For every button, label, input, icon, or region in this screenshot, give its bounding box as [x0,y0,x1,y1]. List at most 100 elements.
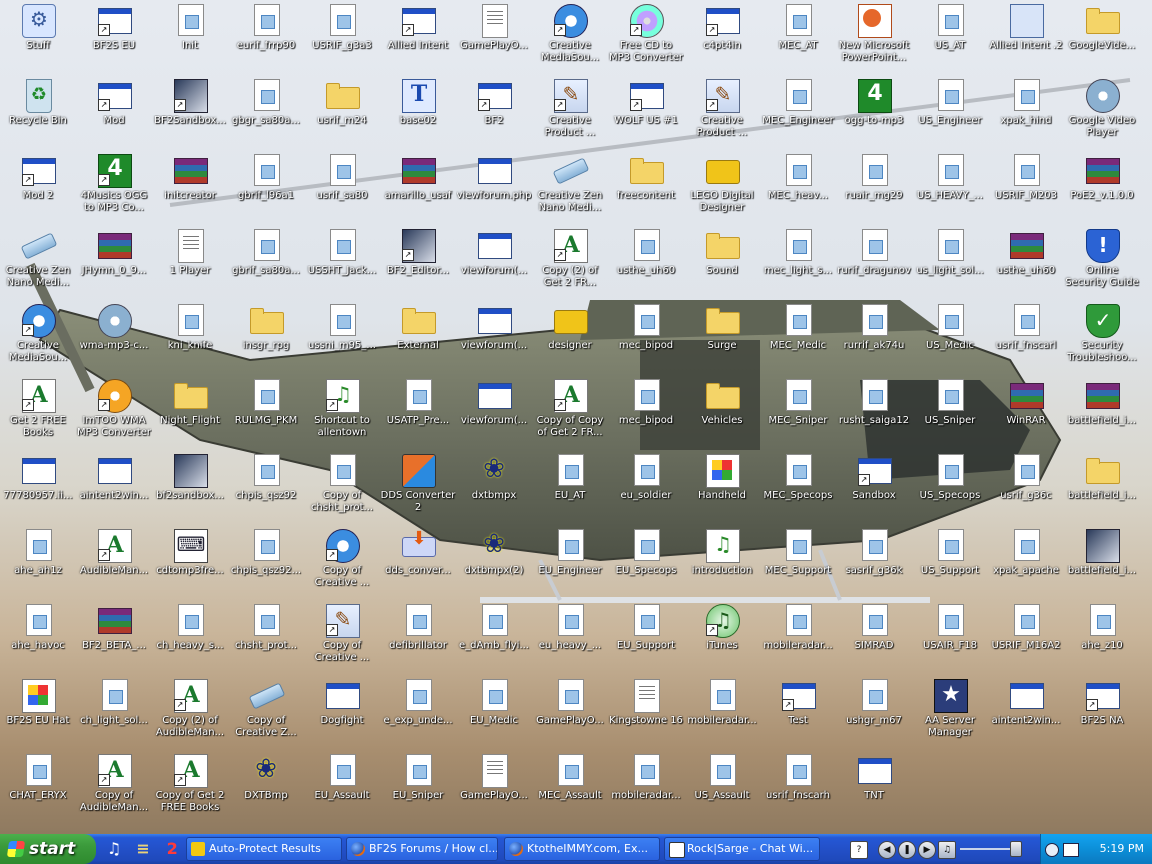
desktop-icon[interactable]: ↗ c4pt4in [684,2,760,77]
desktop-icon[interactable]: USRIF_g3a3 [304,2,380,77]
desktop-icon[interactable]: BF2S EU Hat [0,677,76,752]
volume-slider-thumb[interactable] [1010,841,1022,857]
desktop-icon[interactable]: ↗ Mod [76,77,152,152]
desktop-icon[interactable]: EU_Engineer [532,527,608,602]
desktop-icon[interactable]: USAIR_F18 [912,602,988,677]
desktop-icon[interactable]: ↗ Copy of Copy of Get 2 FR... [532,377,608,452]
desktop-icon[interactable]: kni_knife [152,302,228,377]
desktop-icon[interactable]: ↗ BF2Sandbox... [152,77,228,152]
desktop-icon[interactable]: usrif_fnscarl [988,302,1064,377]
desktop-icon[interactable]: ch_light_sol... [76,677,152,752]
desktop-icon[interactable]: us_light_sol... [912,227,988,302]
desktop-icon[interactable]: viewforum(... [456,302,532,377]
desktop-icon[interactable]: USATP_Pre... [380,377,456,452]
desktop-icon[interactable]: ↗ Copy of Creative ... [304,527,380,602]
desktop-icon[interactable]: LEGO Digital Designer [684,152,760,227]
desktop-icon[interactable]: ↗ Mod 2 [0,152,76,227]
desktop-icon[interactable]: e_dAmb_flyi... [456,602,532,677]
desktop-icon[interactable]: dxtbmpx [456,452,532,527]
desktop-icon[interactable]: ↗ Copy (2) of Get 2 FR... [532,227,608,302]
desktop-icon[interactable]: gbrif_l96a1 [228,152,304,227]
desktop-icon[interactable]: wma-mp3-c... [76,302,152,377]
desktop-icon[interactable]: EU_Sniper [380,752,456,827]
desktop-icon[interactable]: gbrif_sa80a... [228,227,304,302]
desktop-icon[interactable]: mec_bipod [608,302,684,377]
desktop-icon[interactable]: mec_light_s... [760,227,836,302]
desktop-icon[interactable]: Allied Intent .2 [988,2,1064,77]
desktop-icon[interactable]: Night_Flight [152,377,228,452]
desktop-icon[interactable]: insgr_rpg [228,302,304,377]
desktop-icon[interactable]: usthe_uh60 [988,227,1064,302]
desktop-icon[interactable]: US_Medic [912,302,988,377]
desktop-icon[interactable]: ↗ Shortcut to allentown [304,377,380,452]
desktop-icon[interactable]: ahe_ah1z [0,527,76,602]
desktop-icon[interactable]: ushgr_m67 [836,677,912,752]
desktop-icon[interactable]: US_Assault [684,752,760,827]
desktop-icon[interactable]: ↗ Allied Intent [380,2,456,77]
desktop-icon[interactable]: dds_conver... [380,527,456,602]
desktop-icon[interactable]: ↗ Copy (2) of AudibleMan... [152,677,228,752]
desktop-icon[interactable]: rusht_saiga12 [836,377,912,452]
desktop-icon[interactable]: MEC_Assault [532,752,608,827]
desktop-icon[interactable]: ch_heavy_s... [152,602,228,677]
desktop-icon[interactable]: base02 [380,77,456,152]
desktop-icon[interactable]: MEC_Medic [760,302,836,377]
desktop-icon[interactable]: ↗ Copy of Get 2 FREE Books [152,752,228,827]
desktop-icon[interactable]: MEC_Engineer [760,77,836,152]
desktop-icon[interactable]: US_Support [912,527,988,602]
task-auto-protect-results[interactable]: Auto-Protect Results [186,837,342,861]
desktop-icon[interactable]: ↗ Creative Product ... [684,77,760,152]
desktop-icon[interactable]: aintent2win... [988,677,1064,752]
desktop-icon[interactable]: mobileradar... [760,602,836,677]
desktop-icon[interactable]: ahe_havoc [0,602,76,677]
desktop-icon[interactable]: Security Troubleshoo... [1064,302,1140,377]
desktop-icon[interactable]: DXTBmp [228,752,304,827]
desktop-icon[interactable]: RULMG_PKM [228,377,304,452]
tray-network-icon[interactable] [1063,843,1079,857]
desktop-icon[interactable]: ↗ Sandbox [836,452,912,527]
desktop-icon[interactable]: battlefield_i... [1064,527,1140,602]
desktop-icon[interactable]: ↗ ImTOO WMA MP3 Converter [76,377,152,452]
desktop-icon[interactable]: Init [152,2,228,77]
desktop-icon[interactable]: ↗ Get 2 FREE Books [0,377,76,452]
winrar-icon[interactable]: ≡ [133,838,153,860]
desktop-icon[interactable]: dxtbmpx(2) [456,527,532,602]
desktop-icon[interactable]: ↗ Creative Product ... [532,77,608,152]
desktop-icon[interactable]: 1 Player [152,227,228,302]
desktop-icon[interactable]: eurif_frrp90 [228,2,304,77]
desktop-icon[interactable]: freecontent [608,152,684,227]
desktop-icon[interactable]: EU_AT [532,452,608,527]
desktop-icon[interactable]: EU_Medic [456,677,532,752]
desktop-icon[interactable]: Recycle Bin [0,77,76,152]
tray-chevron-icon[interactable] [1045,843,1059,857]
desktop-icon[interactable]: TNT [836,752,912,827]
desktop-icon[interactable]: aintent2win... [76,452,152,527]
desktop-icon[interactable]: Google Video Player [1064,77,1140,152]
help-icon[interactable]: ? [850,841,868,859]
desktop-icon[interactable]: mobileradar... [684,677,760,752]
desktop-icon[interactable]: mec_bipod [608,377,684,452]
desktop-icon[interactable]: Creative Zen Nano Medi... [532,152,608,227]
desktop-icon[interactable]: US_Sniper [912,377,988,452]
desktop-icon[interactable]: ↗ Copy of Creative ... [304,602,380,677]
desktop-icon[interactable]: viewforum(... [456,227,532,302]
desktop-icon[interactable]: USSHT_Jack... [304,227,380,302]
desktop-icon[interactable]: Sound [684,227,760,302]
next-icon[interactable]: ▶ [918,841,936,859]
desktop-icon[interactable]: defibrillator [380,602,456,677]
desktop-icon[interactable]: EU_Support [608,602,684,677]
desktop-icon[interactable]: Copy of chsht_prot... [304,452,380,527]
desktop-icon[interactable]: Online Security Guide [1064,227,1140,302]
desktop-icon[interactable]: ussni_m95_... [304,302,380,377]
desktop-icon[interactable]: EU_Specops [608,527,684,602]
desktop-icon[interactable]: ↗ AudibleMan... [76,527,152,602]
desktop-icon[interactable]: Creative Zen Nano Medi... [0,227,76,302]
desktop-icon[interactable]: New Microsoft PowerPoint... [836,2,912,77]
task-chat-window[interactable]: Rock|Sarge - Chat Wi... [664,837,820,861]
desktop-icon[interactable]: WinRAR [988,377,1064,452]
desktop-icon[interactable]: usthe_uh60 [608,227,684,302]
desktop-icon[interactable]: USRIF_M16A2 [988,602,1064,677]
pause-icon[interactable]: ❚ [898,841,916,859]
desktop-icon[interactable]: MEC_AT [760,2,836,77]
desktop-icon[interactable]: usrif_m24 [304,77,380,152]
